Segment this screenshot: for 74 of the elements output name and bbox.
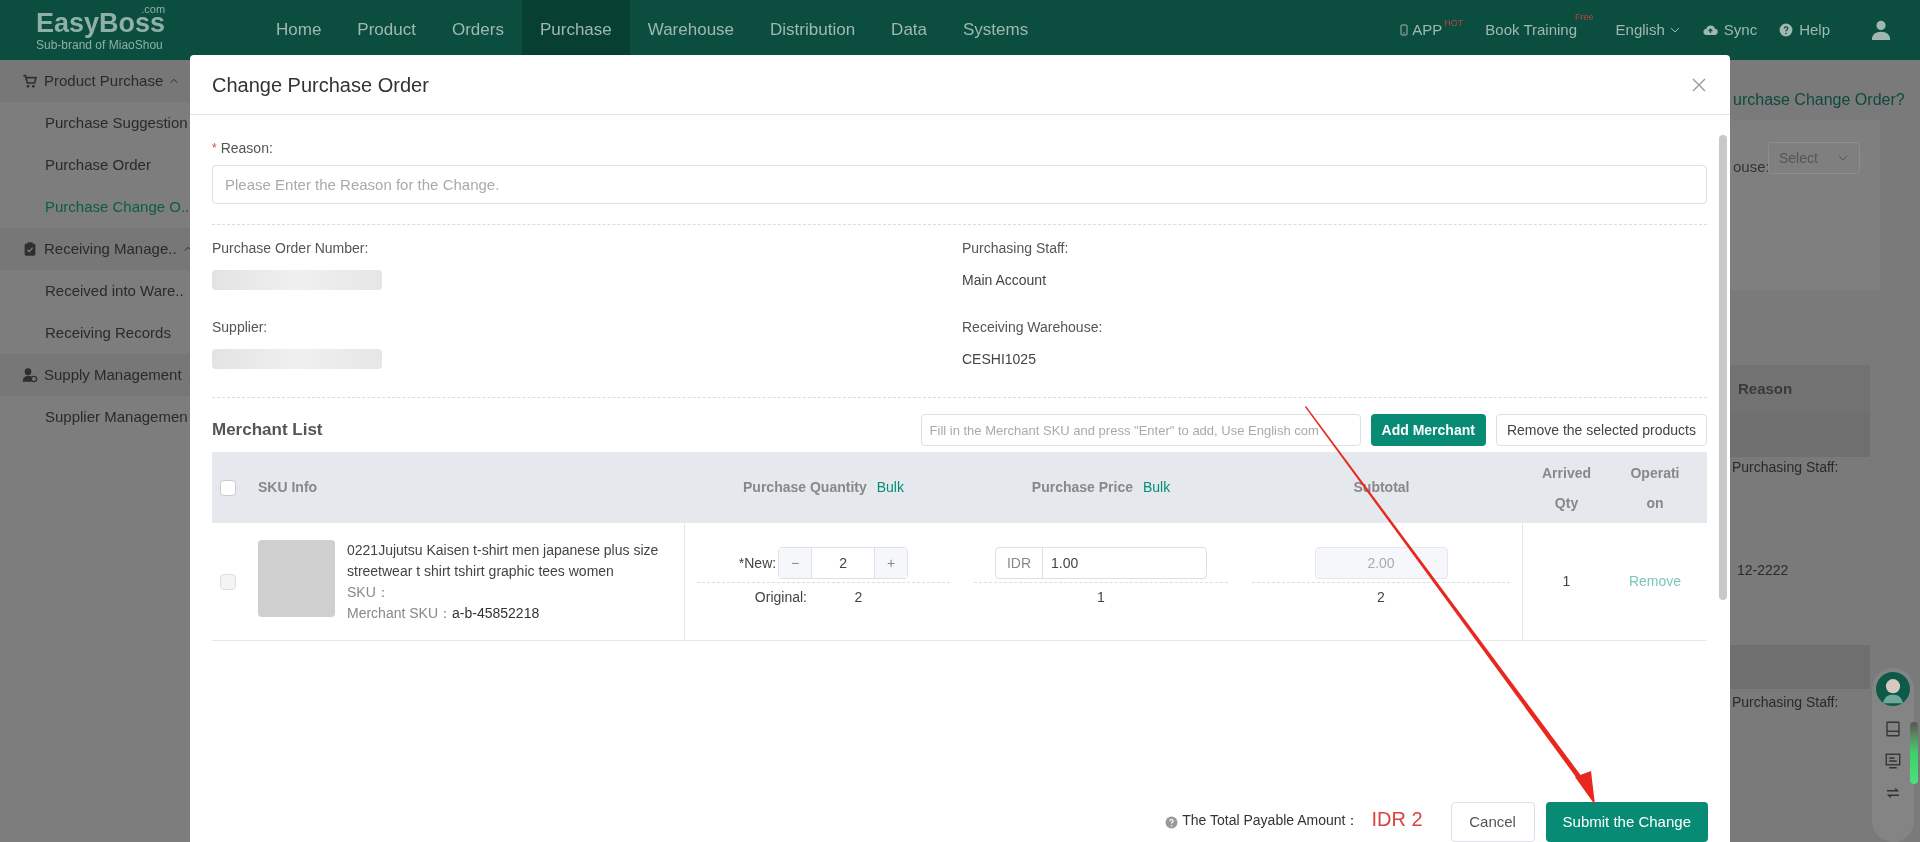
sidebar-item[interactable]: Received into Ware..	[45, 279, 184, 303]
field-label: Original:	[753, 588, 807, 607]
price-input[interactable]: IDR 1.00	[995, 547, 1207, 579]
sku-input[interactable]: Fill in the Merchant SKU and press "Enter" to add, Use English com	[920, 414, 1361, 446]
group-icon	[22, 241, 38, 257]
table-cell-text: Purchasing Staff:	[1732, 693, 1839, 712]
merchant-sku-label: Merchant SKU：	[347, 604, 453, 623]
column-header: Purchase Quantity	[743, 478, 867, 497]
quantity-stepper[interactable]: − 2 +	[778, 547, 909, 579]
product-title: 0221Jujutsu Kaisen t-shirt men japanese plus size streetwear t shirt tshirt graphic tees women	[347, 541, 660, 581]
sku-label: SKU：	[347, 583, 391, 602]
cloud-upload-icon	[1702, 22, 1718, 38]
free-label: Free	[1575, 10, 1594, 24]
field-label: Supplier:	[212, 318, 269, 337]
dialog-title: Change Purchase Order	[212, 72, 429, 98]
field-label: Receiving Warehouse:	[962, 318, 1104, 337]
sidebar-item[interactable]: Purchase Order	[45, 153, 151, 177]
reason-input[interactable]: Please Enter the Reason for the Change.	[212, 165, 1707, 204]
original-value: 2	[853, 588, 864, 607]
column-header: SKU Info	[258, 478, 318, 497]
help-icon	[1779, 23, 1794, 37]
submit-button[interactable]: Submit the Change	[1545, 802, 1708, 842]
total-label: The Total Payable Amount：	[1182, 811, 1360, 830]
help-icon	[1165, 816, 1179, 829]
sidebar-item[interactable]: Purchase Suggestion	[45, 111, 188, 135]
group-icon	[22, 73, 38, 89]
field-label: Purchase Order Number:	[212, 239, 370, 258]
level-indicator	[1910, 722, 1918, 784]
chevron-up-icon	[169, 76, 180, 86]
field-label: Reason:	[220, 138, 273, 158]
field-label: Purchasing Staff:	[962, 239, 1070, 258]
remove-selected-button[interactable]: Remove the selected products	[1495, 414, 1707, 446]
merchant-sku-value: a-b-45852218	[452, 604, 540, 623]
required-mark: *	[212, 140, 217, 157]
filter-label: ouse:	[1733, 157, 1770, 177]
field-value: Main Account	[962, 271, 1048, 290]
book-icon	[1884, 720, 1902, 738]
nav-link[interactable]: APP	[1412, 18, 1443, 42]
sidebar-item[interactable]: Supplier Managemen	[45, 405, 188, 429]
total-amount: IDR 2	[1371, 807, 1423, 832]
avatar-icon	[1876, 672, 1910, 706]
chevron-up-icon	[182, 244, 193, 254]
table-cell-text: 1	[1562, 572, 1571, 591]
help-button[interactable]: Help	[1799, 18, 1830, 42]
bulk-link[interactable]: Bulk	[1142, 477, 1171, 498]
nav-link[interactable]: Book Training	[1485, 18, 1578, 42]
checkbox[interactable]	[220, 573, 236, 590]
column-header: Operation	[1630, 463, 1680, 513]
subtotal-field: 2.00	[1314, 547, 1448, 579]
phone-icon	[1398, 23, 1411, 37]
table-cell-text: Purchasing Staff:	[1732, 458, 1839, 477]
monitor-icon	[1884, 752, 1902, 770]
column-header: Purchase Price	[1031, 478, 1133, 497]
hot-label: HOT	[1444, 17, 1464, 31]
scrollbar[interactable]	[1719, 135, 1727, 600]
logo-tagline: Sub-brand of MiaoShou	[36, 38, 163, 51]
column-header: Reason	[1730, 365, 1870, 413]
user-icon	[1870, 19, 1892, 41]
bulk-link[interactable]: Bulk	[876, 477, 904, 498]
add-merchant-button[interactable]: Add Merchant	[1370, 414, 1486, 446]
group-icon	[22, 367, 38, 383]
table-cell-text: 12-2222	[1737, 561, 1789, 580]
column-header: Arrived Qty	[1541, 463, 1592, 513]
language-dropdown[interactable]: English	[1615, 18, 1665, 42]
checkbox[interactable]	[220, 479, 236, 496]
field-label: *New:	[738, 553, 777, 573]
cancel-button[interactable]: Cancel	[1450, 802, 1535, 842]
sidebar-item[interactable]: Receiving Records	[45, 321, 171, 345]
link[interactable]: urchase Change Order?	[1733, 88, 1905, 112]
sync-button[interactable]: Sync	[1723, 18, 1758, 42]
field-value: CESHI1025	[962, 350, 1037, 369]
original-value: 2	[1377, 588, 1385, 607]
original-value: 1	[1097, 588, 1105, 607]
section-title: Merchant List	[212, 419, 323, 442]
